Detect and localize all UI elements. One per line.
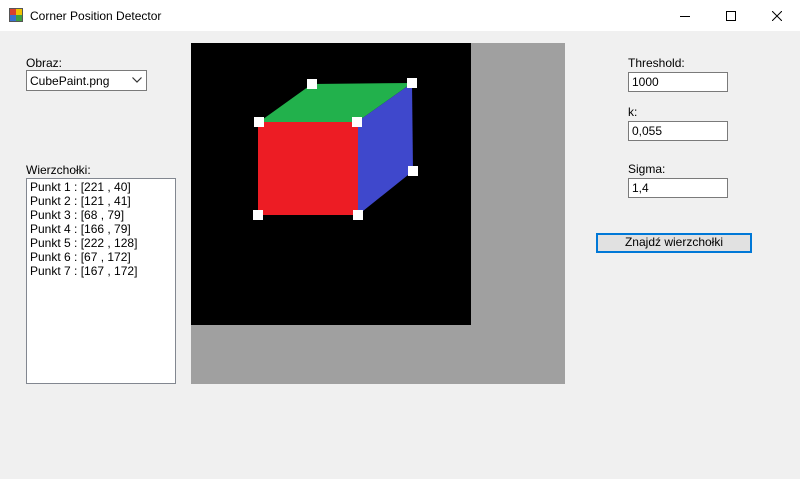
corner-marker	[407, 78, 417, 88]
list-item[interactable]: Punkt 2 : [121 , 41]	[30, 194, 172, 208]
maximize-button[interactable]	[708, 0, 754, 31]
k-input[interactable]: 0,055	[628, 121, 728, 141]
image-label: Obraz:	[26, 56, 63, 70]
image-select[interactable]: CubePaint.png	[26, 70, 147, 91]
title-bar: Corner Position Detector	[0, 0, 800, 31]
list-item[interactable]: Punkt 6 : [67 , 172]	[30, 250, 172, 264]
list-item[interactable]: Punkt 1 : [221 , 40]	[30, 180, 172, 194]
close-button[interactable]	[754, 0, 800, 31]
k-label: k:	[628, 105, 638, 119]
cube-front-face	[258, 122, 358, 215]
minimize-icon	[680, 15, 690, 17]
app-icon	[9, 8, 23, 22]
image-select-value: CubePaint.png	[30, 74, 110, 88]
corner-marker	[253, 210, 263, 220]
corner-marker	[352, 117, 362, 127]
sigma-input[interactable]: 1,4	[628, 178, 728, 198]
cube-image	[191, 43, 471, 325]
list-item[interactable]: Punkt 5 : [222 , 128]	[30, 236, 172, 250]
threshold-label: Threshold:	[628, 56, 685, 70]
threshold-input[interactable]: 1000	[628, 72, 728, 92]
minimize-button[interactable]	[662, 0, 708, 31]
maximize-icon	[726, 10, 736, 21]
corner-marker	[408, 166, 418, 176]
vertices-label: Wierzchołki:	[26, 163, 91, 177]
chevron-down-icon	[132, 77, 142, 83]
list-item[interactable]: Punkt 3 : [68 , 79]	[30, 208, 172, 222]
corner-marker	[254, 117, 264, 127]
picture-box	[191, 43, 565, 384]
vertices-list[interactable]: Punkt 1 : [221 , 40] Punkt 2 : [121 , 41…	[26, 178, 176, 384]
find-vertices-button[interactable]: Znajdź wierzchołki	[596, 233, 752, 253]
sigma-label: Sigma:	[628, 162, 666, 176]
corner-marker	[307, 79, 317, 89]
list-item[interactable]: Punkt 4 : [166 , 79]	[30, 222, 172, 236]
corner-marker	[353, 210, 363, 220]
window-title: Corner Position Detector	[30, 9, 162, 23]
close-icon	[772, 10, 782, 21]
list-item[interactable]: Punkt 7 : [167 , 172]	[30, 264, 172, 278]
